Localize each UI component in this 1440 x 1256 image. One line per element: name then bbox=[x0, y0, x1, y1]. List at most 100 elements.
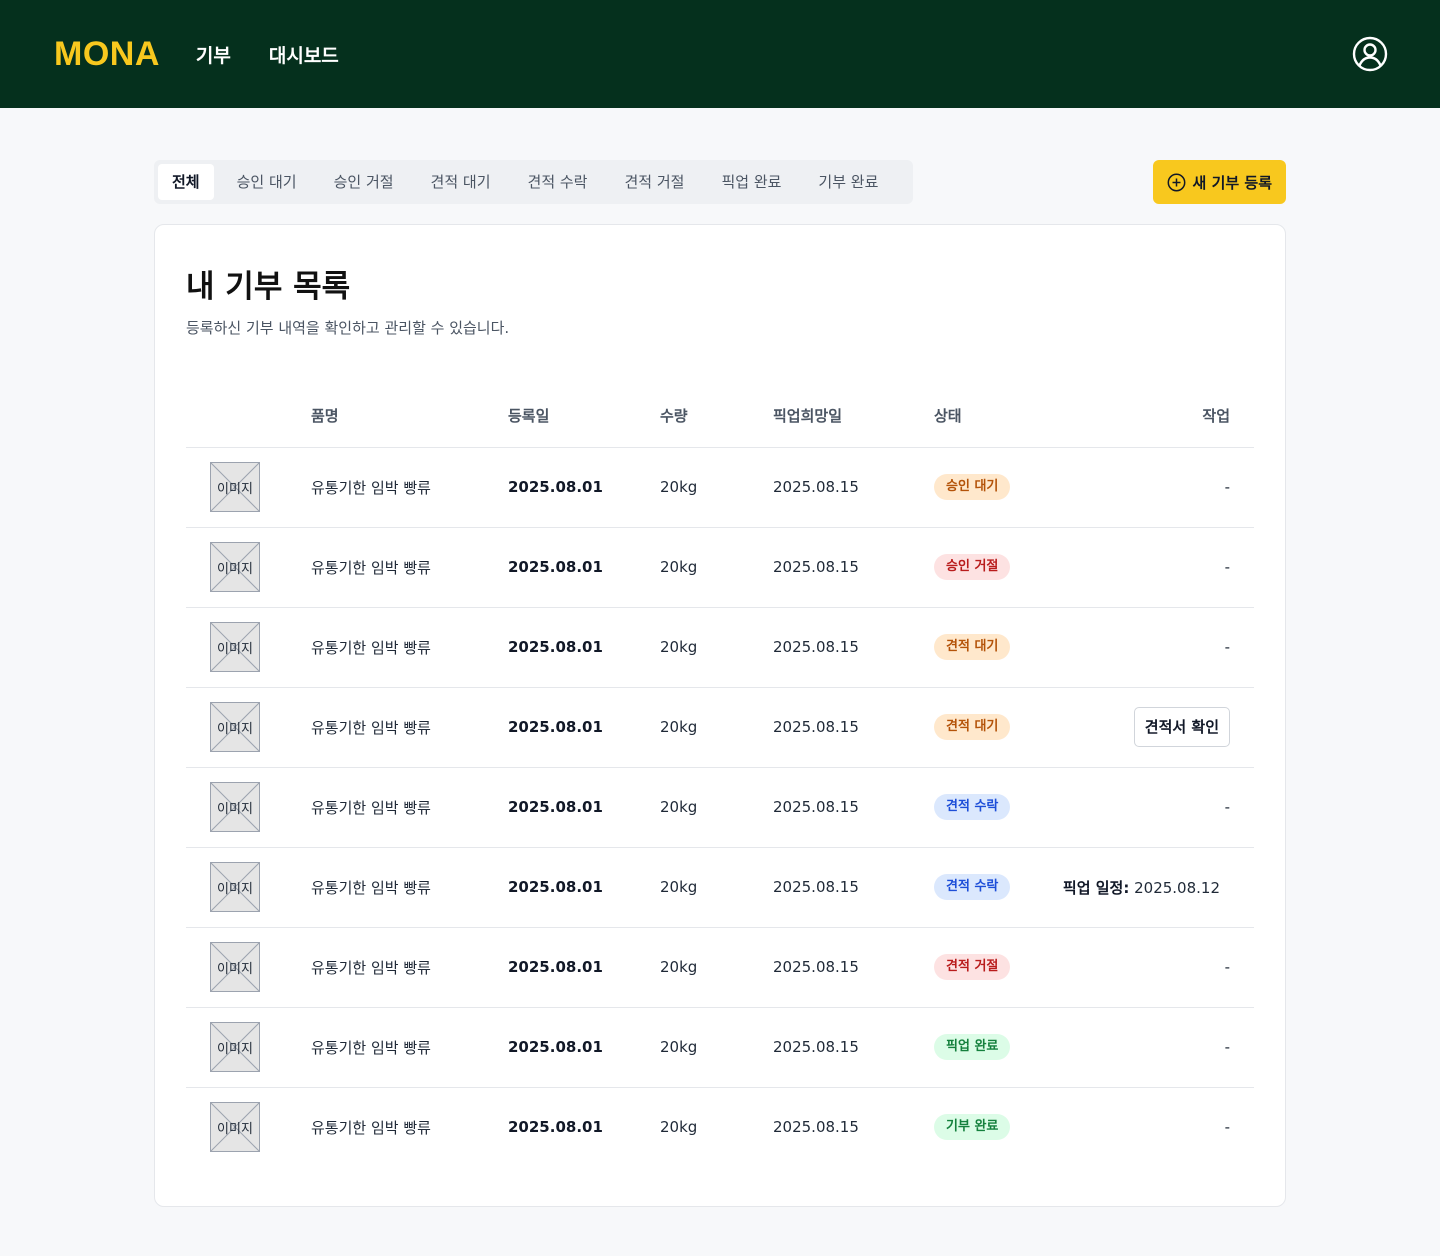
quantity: 20kg bbox=[660, 767, 773, 848]
image-placeholder-label: 이미지 bbox=[217, 1042, 253, 1057]
image-placeholder-label: 이미지 bbox=[217, 802, 253, 817]
tab-5[interactable]: 견적 거절 bbox=[610, 164, 698, 200]
item-name: 유통기한 임박 빵류 bbox=[311, 927, 508, 1008]
pickup-schedule: 픽업 일정: 2025.08.12 bbox=[1063, 879, 1220, 897]
user-profile-icon[interactable] bbox=[1352, 36, 1388, 72]
action-none: - bbox=[1224, 638, 1230, 656]
table-row[interactable]: 이미지 유통기한 임박 빵류 2025.08.01 20kg 2025.08.1… bbox=[186, 527, 1254, 608]
reg-date: 2025.08.01 bbox=[508, 1007, 660, 1088]
status-cell: 견적 거절 bbox=[934, 927, 1054, 1008]
status-badge: 견적 대기 bbox=[934, 634, 1011, 660]
pickup-schedule-label: 픽업 일정: bbox=[1062, 878, 1130, 897]
image-placeholder-label: 이미지 bbox=[217, 1122, 253, 1138]
status-badge: 견적 거절 bbox=[934, 954, 1011, 980]
tab-3[interactable]: 견적 대기 bbox=[417, 164, 505, 200]
view-quote-button[interactable]: 견적서 확인 bbox=[1133, 707, 1230, 747]
image-cell: 이미지 bbox=[186, 607, 311, 688]
donation-table: 품명 등록일 수량 픽업희망일 상태 작업 이미지 유통기한 임박 빵류 202… bbox=[186, 385, 1254, 1167]
item-image-placeholder: 이미지 bbox=[210, 462, 260, 512]
page-title: 내 기부 목록 bbox=[186, 269, 351, 305]
tab-0[interactable]: 전체 bbox=[158, 164, 214, 200]
status-badge: 픽업 완료 bbox=[934, 1034, 1011, 1060]
nav-link-dashboard[interactable]: 대시보드 bbox=[269, 41, 339, 68]
pickup-date: 2025.08.15 bbox=[773, 1007, 934, 1088]
status-cell: 승인 대기 bbox=[934, 447, 1054, 528]
reg-date: 2025.08.01 bbox=[508, 927, 660, 1008]
plus-circle-icon bbox=[1167, 173, 1185, 191]
quantity: 20kg bbox=[660, 1007, 773, 1088]
item-name: 유통기한 임박 빵류 bbox=[311, 1007, 508, 1088]
status-cell: 견적 수락 bbox=[934, 767, 1054, 848]
table-row[interactable]: 이미지 유통기한 임박 빵류 2025.08.01 20kg 2025.08.1… bbox=[186, 607, 1254, 688]
status-badge: 기부 완료 bbox=[934, 1114, 1011, 1141]
page-subtitle: 등록하신 기부 내역을 확인하고 관리할 수 있습니다. bbox=[186, 319, 510, 337]
item-name: 유통기한 임박 빵류 bbox=[311, 767, 508, 848]
reg-date: 2025.08.01 bbox=[508, 1118, 603, 1137]
image-cell: 이미지 bbox=[186, 1007, 311, 1088]
reg-date: 2025.08.01 bbox=[508, 847, 660, 928]
status-badge: 견적 수락 bbox=[934, 794, 1011, 820]
quantity: 20kg bbox=[660, 607, 773, 688]
reg-date: 2025.08.01 bbox=[508, 527, 660, 608]
quantity: 20kg bbox=[660, 927, 773, 1008]
status-cell: 견적 수락 bbox=[934, 847, 1054, 928]
header-status: 상태 bbox=[934, 385, 1054, 448]
table-row[interactable]: 이미지 유통기한 임박 빵류 2025.08.01 20kg 2025.08.1… bbox=[186, 927, 1254, 1008]
image-cell: 이미지 bbox=[186, 527, 311, 608]
tab-4[interactable]: 견적 수락 bbox=[514, 164, 602, 200]
table-row[interactable]: 이미지 유통기한 임박 빵류 2025.08.01 20kg 2025.08.1… bbox=[186, 687, 1254, 768]
nav-link-donation[interactable]: 기부 bbox=[196, 41, 231, 68]
table-row[interactable]: 이미지 유통기한 임박 빵류 2025.08.01 20kg 2025.08.1… bbox=[186, 1007, 1254, 1088]
action-none: - bbox=[1224, 958, 1230, 976]
image-cell: 이미지 bbox=[186, 847, 311, 928]
filter-row: 전체 승인 대기 승인 거절 견적 대기 견적 수락 견적 거절 픽업 완료 기부 완료 새 … bbox=[154, 160, 1286, 204]
action-cell: 픽업 일정: 2025.08.12 bbox=[1054, 847, 1254, 928]
quantity: 20kg bbox=[660, 447, 773, 528]
tab-7[interactable]: 기부 완료 bbox=[804, 164, 892, 200]
pickup-schedule-date: 2025.08.12 bbox=[1134, 878, 1220, 897]
new-donation-button[interactable]: 새 기부 등록 bbox=[1152, 160, 1286, 204]
table-header-row: 품명 등록일 수량 픽업희망일 상태 작업 bbox=[186, 385, 1254, 448]
pickup-date: 2025.08.15 bbox=[773, 687, 934, 768]
item-image-placeholder: 이미지 bbox=[210, 702, 260, 752]
reg-date: 2025.08.01 bbox=[508, 687, 660, 768]
tab-2[interactable]: 승인 거절 bbox=[320, 164, 408, 200]
action-cell: - bbox=[1054, 527, 1254, 608]
table-row[interactable]: 이미지 유통기한 임박 빵류 2025.08.01 20kg 2025.08.1… bbox=[186, 1087, 1254, 1167]
pickup-date: 2025.08.15 bbox=[773, 447, 934, 528]
image-placeholder-label: 이미지 bbox=[217, 482, 253, 497]
image-cell: 이미지 bbox=[186, 447, 311, 528]
action-cell: - bbox=[1054, 1087, 1254, 1167]
header-action: 작업 bbox=[1054, 385, 1254, 448]
item-name: 유통기한 임박 빵류 bbox=[311, 447, 508, 528]
status-badge: 견적 대기 bbox=[934, 714, 1011, 740]
item-image-placeholder: 이미지 bbox=[210, 1102, 260, 1153]
tab-1[interactable]: 승인 대기 bbox=[223, 164, 311, 200]
pickup-date: 2025.08.15 bbox=[773, 767, 934, 848]
quantity: 20kg bbox=[660, 687, 773, 768]
status-cell: 견적 대기 bbox=[934, 687, 1054, 768]
status-badge: 승인 거절 bbox=[934, 554, 1011, 580]
action-none: - bbox=[1224, 558, 1230, 576]
pickup-date: 2025.08.15 bbox=[773, 847, 934, 928]
tab-6[interactable]: 픽업 완료 bbox=[707, 164, 795, 200]
item-name: 유통기한 임박 빵류 bbox=[311, 527, 508, 608]
quantity: 20kg bbox=[660, 527, 773, 608]
image-placeholder-label: 이미지 bbox=[217, 882, 253, 897]
reg-date: 2025.08.01 bbox=[508, 447, 660, 528]
header-pickup-date: 픽업희망일 bbox=[773, 385, 934, 448]
status-filter-tabs: 전체 승인 대기 승인 거절 견적 대기 견적 수락 견적 거절 픽업 완료 기부 완료 bbox=[154, 160, 913, 204]
item-image-placeholder: 이미지 bbox=[210, 942, 260, 992]
item-image-placeholder: 이미지 bbox=[210, 782, 260, 832]
image-placeholder-label: 이미지 bbox=[217, 962, 253, 977]
table-row[interactable]: 이미지 유통기한 임박 빵류 2025.08.01 20kg 2025.08.1… bbox=[186, 447, 1254, 528]
header-reg-date: 등록일 bbox=[508, 385, 660, 448]
table-row[interactable]: 이미지 유통기한 임박 빵류 2025.08.01 20kg 2025.08.1… bbox=[186, 767, 1254, 848]
image-placeholder-label: 이미지 bbox=[217, 722, 253, 737]
item-name: 유통기한 임박 빵류 bbox=[311, 607, 508, 688]
table-row[interactable]: 이미지 유통기한 임박 빵류 2025.08.01 20kg 2025.08.1… bbox=[186, 847, 1254, 928]
quantity: 20kg bbox=[660, 847, 773, 928]
logo[interactable]: MONA bbox=[54, 35, 160, 74]
item-image-placeholder: 이미지 bbox=[210, 542, 260, 592]
item-image-placeholder: 이미지 bbox=[210, 1022, 260, 1072]
